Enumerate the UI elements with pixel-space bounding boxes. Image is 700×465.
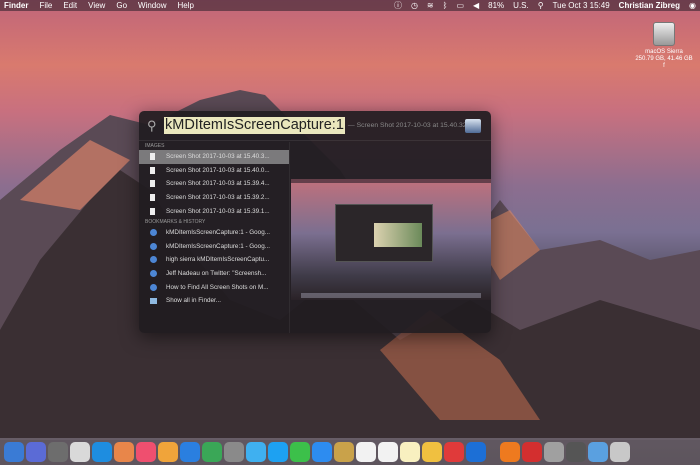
dock-app-icon[interactable] <box>268 442 288 462</box>
spotlight-search-bar[interactable]: ⚲ kMDItemIsScreenCapture:1 — Screen Shot… <box>139 111 491 141</box>
menu-bar: Finder File Edit View Go Window Help ⓘ ◷… <box>0 0 700 11</box>
input-source[interactable]: U.S. <box>513 1 529 10</box>
safari-icon <box>150 229 157 236</box>
result-label: Screen Shot 2017-10-03 at 15.39.1... <box>166 208 270 215</box>
result-image[interactable]: Screen Shot 2017-10-03 at 15.39.2... <box>139 191 289 205</box>
dock-app-icon[interactable] <box>356 442 376 462</box>
volume-icon[interactable]: ◀ <box>473 1 479 10</box>
dock-app-icon[interactable] <box>400 442 420 462</box>
dock-app-icon[interactable] <box>312 442 332 462</box>
result-label: kMDItemIsScreenCapture:1 - Goog... <box>166 229 270 236</box>
dock <box>0 438 700 465</box>
result-bookmark[interactable]: high sierra kMDItemIsScreenCaptu... <box>139 253 289 267</box>
search-input[interactable]: kMDItemIsScreenCapture:1 <box>164 117 345 134</box>
safari-icon <box>150 243 157 250</box>
dock-app-icon[interactable] <box>544 442 564 462</box>
dock-app-icon[interactable] <box>522 442 542 462</box>
menu-file[interactable]: File <box>39 1 52 10</box>
dock-app-icon[interactable] <box>500 442 520 462</box>
image-file-icon <box>150 208 155 215</box>
result-bookmark[interactable]: How to Find All Screen Shots on M... <box>139 280 289 294</box>
dock-app-icon[interactable] <box>158 442 178 462</box>
result-label: kMDItemIsScreenCapture:1 - Goog... <box>166 243 270 250</box>
screenshot-preview <box>291 179 491 300</box>
image-file-icon <box>150 153 155 160</box>
menu-help[interactable]: Help <box>177 1 193 10</box>
safari-icon <box>150 270 157 277</box>
section-header-images: IMAGES <box>139 142 289 150</box>
user-name[interactable]: Christian Zibreg <box>619 1 680 10</box>
result-label: Screen Shot 2017-10-03 at 15.40.0... <box>166 167 270 174</box>
dock-app-icon[interactable] <box>202 442 222 462</box>
preview-app-icon <box>465 119 481 133</box>
onepassword-icon[interactable]: ⓘ <box>394 0 402 11</box>
menu-go[interactable]: Go <box>116 1 127 10</box>
dock-app-icon[interactable] <box>610 442 630 462</box>
result-label: Screen Shot 2017-10-03 at 15.39.4... <box>166 180 270 187</box>
menu-view[interactable]: View <box>88 1 105 10</box>
section-header-bookmarks: BOOKMARKS & HISTORY <box>139 218 289 226</box>
spotlight-window: ⚲ kMDItemIsScreenCapture:1 — Screen Shot… <box>139 111 491 333</box>
dock-app-icon[interactable] <box>92 442 112 462</box>
search-suggestion: — Screen Shot 2017-10-03 at 15.40.32.png <box>348 122 480 129</box>
hard-drive-icon <box>653 22 675 46</box>
dock-app-icon[interactable] <box>334 442 354 462</box>
safari-icon <box>150 256 157 263</box>
result-bookmark[interactable]: kMDItemIsScreenCapture:1 - Goog... <box>139 226 289 240</box>
result-label: Screen Shot 2017-10-03 at 15.40.3... <box>166 153 270 160</box>
result-image[interactable]: Screen Shot 2017-10-03 at 15.39.4... <box>139 177 289 191</box>
bluetooth-icon[interactable]: ᛒ <box>443 1 448 10</box>
dock-app-icon[interactable] <box>422 442 442 462</box>
time-machine-icon[interactable]: ◷ <box>411 1 418 10</box>
menu-edit[interactable]: Edit <box>63 1 77 10</box>
dock-app-icon[interactable] <box>114 442 134 462</box>
safari-icon <box>150 284 157 291</box>
desktop-drive-icon[interactable]: macOS Sierra 250.79 GB, 41.46 GB f <box>634 22 694 70</box>
image-file-icon <box>150 194 155 201</box>
image-file-icon <box>150 167 155 174</box>
dock-app-icon[interactable] <box>224 442 244 462</box>
airplay-icon[interactable]: ▭ <box>456 1 464 10</box>
finder-icon <box>150 298 157 304</box>
siri-icon[interactable]: ◉ <box>689 1 696 10</box>
menu-finder[interactable]: Finder <box>4 1 28 10</box>
dock-app-icon[interactable] <box>378 442 398 462</box>
dock-app-icon[interactable] <box>566 442 586 462</box>
dock-app-icon[interactable] <box>466 442 486 462</box>
result-label: Screen Shot 2017-10-03 at 15.39.2... <box>166 194 270 201</box>
dock-app-icon[interactable] <box>444 442 464 462</box>
dock-app-icon[interactable] <box>48 442 68 462</box>
dock-app-icon[interactable] <box>26 442 46 462</box>
wifi-icon[interactable]: ≋ <box>427 1 434 10</box>
image-file-icon <box>150 180 155 187</box>
result-bookmark[interactable]: kMDItemIsScreenCapture:1 - Goog... <box>139 240 289 254</box>
dock-app-icon[interactable] <box>136 442 156 462</box>
result-label: Show all in Finder... <box>166 297 221 304</box>
preview-pane <box>289 142 491 333</box>
menu-window[interactable]: Window <box>138 1 166 10</box>
dock-app-icon[interactable] <box>70 442 90 462</box>
dock-app-icon[interactable] <box>246 442 266 462</box>
battery-status[interactable]: 81% <box>488 1 504 10</box>
drive-name: macOS Sierra <box>634 49 694 56</box>
search-icon: ⚲ <box>147 118 163 134</box>
result-image[interactable]: Screen Shot 2017-10-03 at 15.40.0... <box>139 164 289 178</box>
result-label: Jeff Nadeau on Twitter: "Screensh... <box>166 270 266 277</box>
dock-app-icon[interactable] <box>4 442 24 462</box>
result-label: How to Find All Screen Shots on M... <box>166 284 269 291</box>
result-image[interactable]: Screen Shot 2017-10-03 at 15.40.3... <box>139 150 289 164</box>
result-image[interactable]: Screen Shot 2017-10-03 at 15.39.1... <box>139 204 289 218</box>
results-list: IMAGES Screen Shot 2017-10-03 at 15.40.3… <box>139 142 289 333</box>
dock-app-icon[interactable] <box>180 442 200 462</box>
drive-info: 250.79 GB, 41.46 GB f <box>634 56 694 70</box>
clock[interactable]: Tue Oct 3 15:49 <box>553 1 610 10</box>
result-label: high sierra kMDItemIsScreenCaptu... <box>166 256 269 263</box>
dock-app-icon[interactable] <box>290 442 310 462</box>
show-all-in-finder[interactable]: Show all in Finder... <box>139 294 289 308</box>
spotlight-icon[interactable]: ⚲ <box>538 1 544 10</box>
result-bookmark[interactable]: Jeff Nadeau on Twitter: "Screensh... <box>139 267 289 281</box>
dock-app-icon[interactable] <box>588 442 608 462</box>
